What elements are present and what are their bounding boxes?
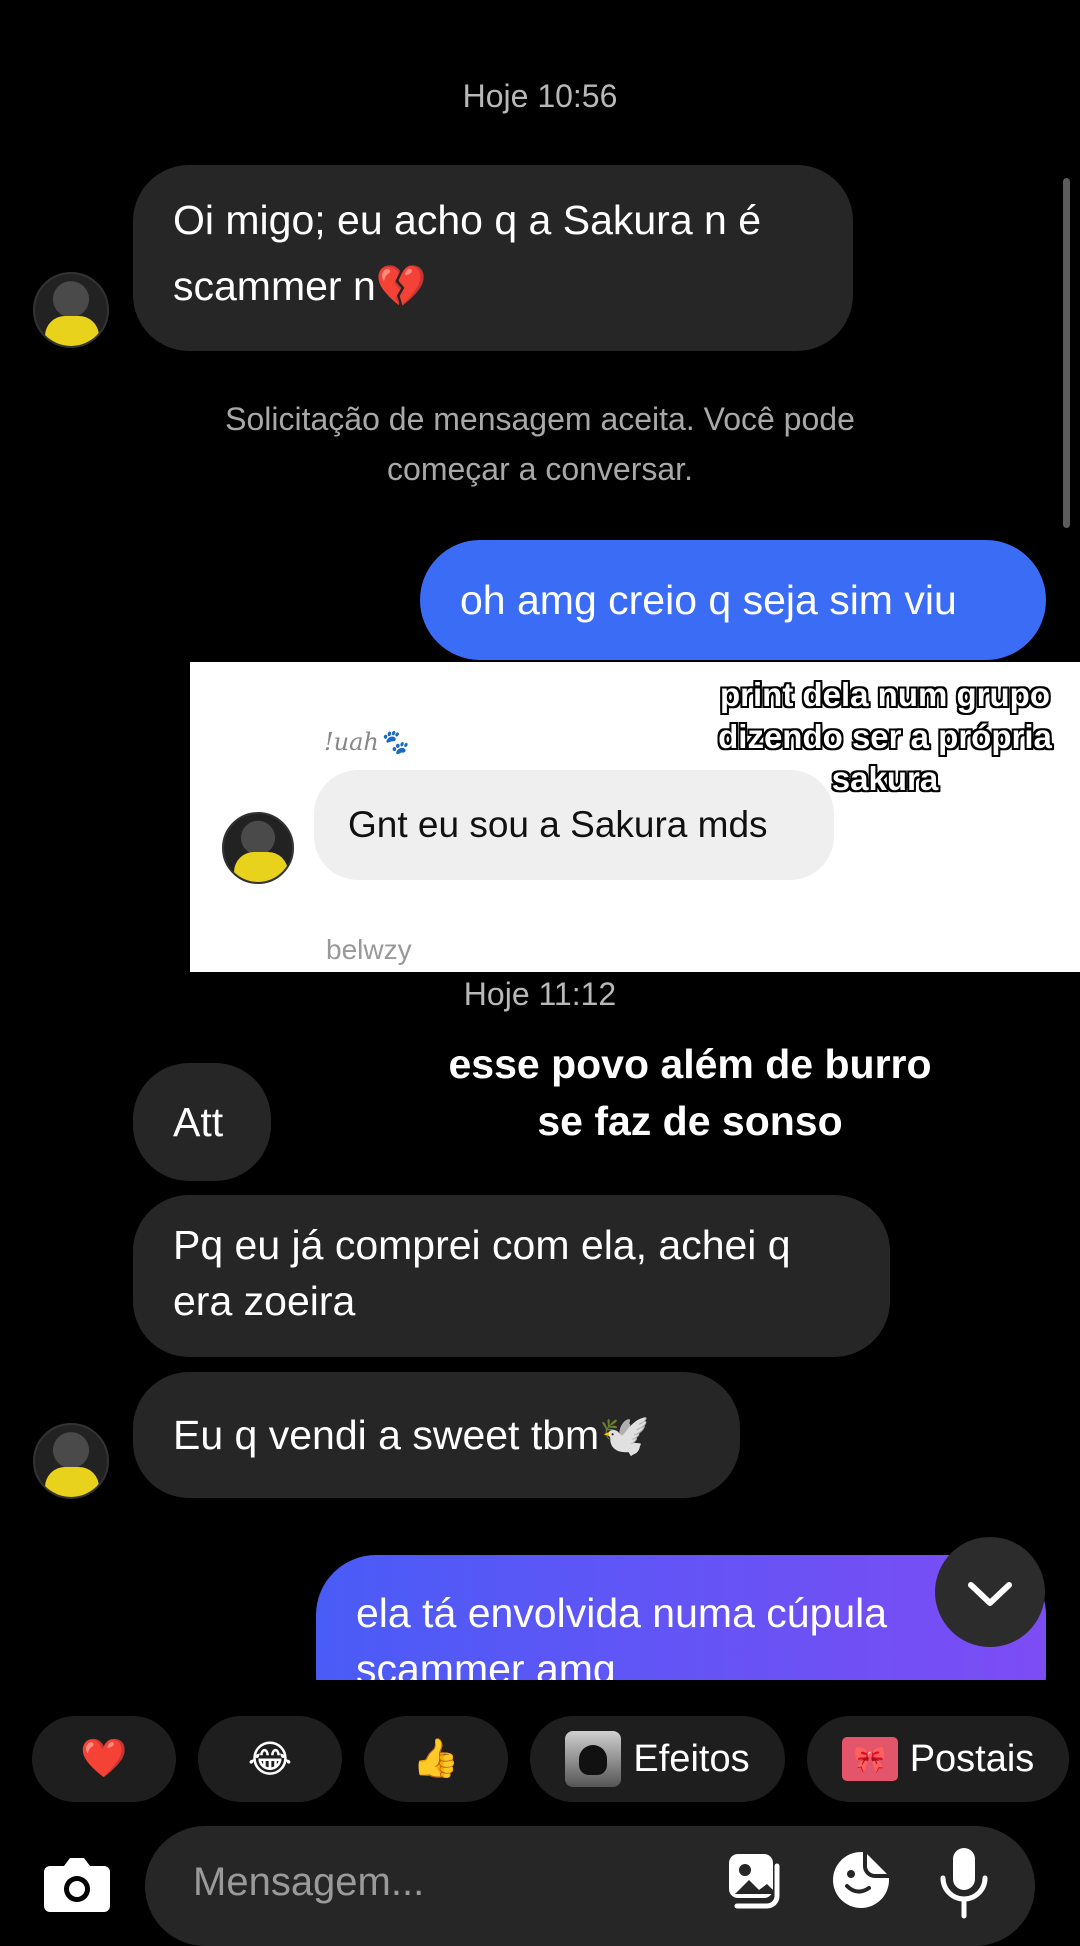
postcards-button[interactable]: 🎀 Postais [807,1716,1069,1802]
timestamp: Hoje 11:12 [463,976,617,1012]
laughing-emoji-icon: 😂 [247,1738,293,1781]
caption-text: esse povo além de burro se faz de sonso [448,1041,932,1144]
incoming-message[interactable]: Eu q vendi a sweet tbm🕊️ [133,1372,740,1498]
overlay-avatar [222,812,294,884]
camera-button[interactable] [38,1846,116,1920]
incoming-message[interactable]: Att [133,1063,271,1181]
postcard-icon: 🎀 [841,1737,898,1781]
system-notice: Solicitação de mensagem aceita. Você pod… [225,401,855,487]
thumbs-up-icon: 👍 [412,1738,460,1780]
incoming-message[interactable]: Pq eu já comprei com ela, achei q era zo… [133,1195,890,1357]
message-composer[interactable]: Mensagem... [145,1826,1035,1946]
camera-icon [44,1858,110,1912]
message-clip: ela tá envolvida numa cúpula scammer amg [0,1555,1080,1680]
avatar[interactable] [33,1423,109,1499]
reaction-heart-button[interactable]: ❤️ [32,1716,176,1802]
sticker-icon[interactable] [829,1848,893,1912]
pasted-screenshot: !uah🐾 Gnt eu sou a Sakura mds belwzy pri… [190,662,1080,972]
overlay-footer-name: belwzy [326,934,412,965]
postcards-label: Postais [909,1737,1035,1780]
effects-button[interactable]: Efeitos [530,1716,785,1802]
reaction-laugh-button[interactable]: 😂 [198,1716,342,1802]
timestamp: Hoje 10:56 [462,78,618,114]
chevron-down-icon [968,1582,1012,1606]
avatar[interactable] [33,272,109,348]
effects-label: Efeitos [633,1737,750,1780]
microphone-icon[interactable] [935,1844,993,1924]
effects-thumbnail-icon [565,1731,622,1787]
gallery-icon[interactable] [723,1848,787,1912]
scroll-down-button[interactable] [935,1537,1045,1647]
reaction-thumbs-up-button[interactable]: 👍 [364,1716,508,1802]
incoming-message[interactable]: Oi migo; eu acho q a Sakura n é scammer … [133,165,853,351]
outgoing-message[interactable]: oh amg creio q seja sim viu [420,540,1046,660]
message-input[interactable]: Mensagem... [193,1860,424,1905]
caption-text: print dela num grupo dizendo ser a própr… [718,676,1052,797]
overlay-sender-name: !uah🐾 [324,728,409,756]
heart-icon: ❤️ [80,1738,128,1780]
